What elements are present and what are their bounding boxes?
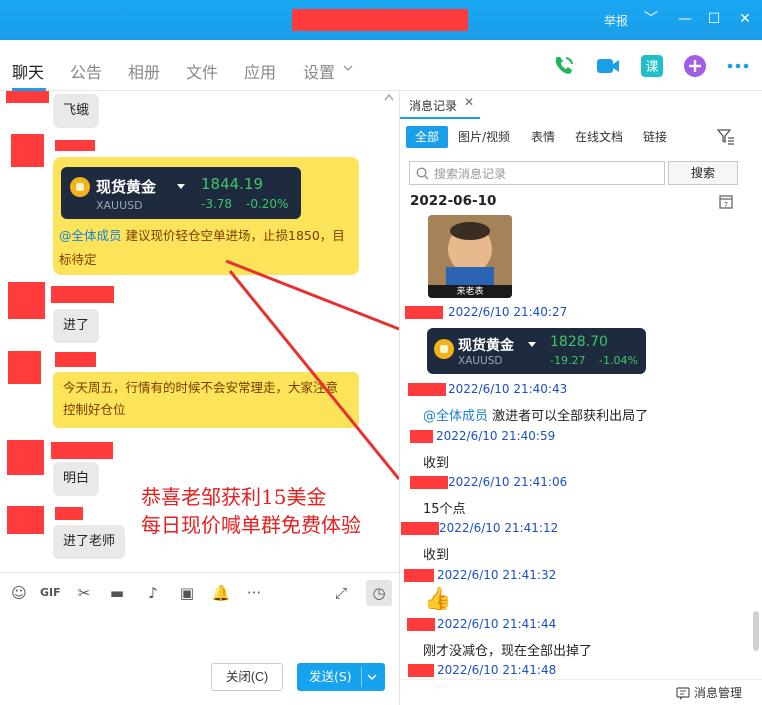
minimize-button[interactable]: — <box>674 8 696 30</box>
classroom-icon[interactable]: 课 <box>639 53 665 79</box>
timestamp: 2022/6/10 21:40:59 <box>436 429 556 443</box>
filter-stickers[interactable]: 表情 <box>531 126 555 148</box>
history-message: @全体成员 激进者可以全部获利出局了 <box>423 405 648 424</box>
timestamp: 2022/6/10 21:40:27 <box>448 305 568 319</box>
search-button[interactable]: 搜索 <box>668 161 738 185</box>
send-divider <box>361 667 362 687</box>
maximize-button[interactable]: ☐ <box>703 8 725 30</box>
tab-files[interactable]: 文件 <box>186 59 218 83</box>
chevron-down-icon[interactable] <box>343 65 353 73</box>
filter-icon[interactable] <box>717 129 735 145</box>
ticker-symbol: XAUUSD <box>458 355 503 367</box>
message-manage-icon[interactable] <box>676 687 690 700</box>
close-button[interactable]: 关闭(C) <box>211 663 283 691</box>
history-message: 收到 <box>423 548 450 563</box>
filter-links[interactable]: 链接 <box>643 126 667 148</box>
redacted-username <box>408 383 446 396</box>
caret-down-icon <box>528 342 536 347</box>
ticker-change-pct: -1.04% <box>599 354 638 367</box>
filter-all[interactable]: 全部 <box>406 126 449 148</box>
svg-text:课: 课 <box>645 60 658 75</box>
expand-icon[interactable]: ⤢ <box>331 583 351 603</box>
tab-message-history[interactable]: 消息记录 <box>409 97 457 114</box>
scissors-icon[interactable]: ✂ <box>74 583 94 603</box>
timestamp: 2022/6/10 21:41:48 <box>437 663 557 677</box>
phone-call-icon[interactable] <box>551 53 577 79</box>
svg-text:7: 7 <box>724 201 728 209</box>
chevron-down-icon[interactable] <box>367 674 377 681</box>
close-tab-icon[interactable]: ✕ <box>464 95 474 109</box>
add-app-icon[interactable] <box>682 53 708 79</box>
history-message: 收到 <box>423 456 450 471</box>
tab-album[interactable]: 相册 <box>128 59 160 83</box>
image-icon[interactable]: ▣ <box>177 583 197 603</box>
chat-area[interactable]: 飞蛾 现货黄金 XAUUSD 1844.19 -3.78 -0.20% @全体成… <box>0 91 399 572</box>
timestamp: 2022/6/10 21:40:43 <box>448 382 568 396</box>
redacted-username <box>410 476 448 489</box>
input-toolbar: ☺ GIF ✂ ▬ ♪ ▣ 🔔 ··· ⤢ ◷ <box>0 572 399 612</box>
send-button[interactable]: 发送(S) <box>297 663 385 691</box>
active-tab-indicator <box>400 117 480 119</box>
sticker-caption: 来老表 <box>456 287 484 297</box>
redacted-username <box>405 306 443 319</box>
message-manage-link[interactable]: 消息管理 <box>694 684 742 701</box>
more-icon[interactable]: ··· <box>244 583 264 603</box>
tab-settings[interactable]: 设置 <box>303 59 335 83</box>
tab-announcements[interactable]: 公告 <box>70 59 102 83</box>
mention-all[interactable]: @全体成员 <box>423 409 488 424</box>
close-window-button[interactable]: ✕ <box>734 8 756 30</box>
tab-chat[interactable]: 聊天 <box>12 59 44 83</box>
ticker-price: 1828.70 <box>550 334 608 350</box>
history-message: 15个点 <box>423 502 466 517</box>
redacted-username <box>404 569 434 582</box>
redacted-username <box>410 430 433 443</box>
gold-coin-icon <box>434 339 454 359</box>
search-placeholder: 搜索消息记录 <box>434 167 507 181</box>
history-clock-icon[interactable]: ◷ <box>366 580 392 606</box>
timestamp: 2022/6/10 21:41:44 <box>437 617 557 631</box>
history-message: 刚才没减仓，现在全部出掉了 <box>423 644 593 659</box>
calendar-icon[interactable]: 7 <box>719 194 733 209</box>
doc-icon[interactable]: ♪ <box>143 583 163 603</box>
history-search-input[interactable]: 搜索消息记录 <box>409 161 665 185</box>
redacted-username <box>401 522 439 535</box>
gif-icon[interactable]: GIF <box>40 583 61 603</box>
history-scrollbar[interactable] <box>753 611 759 651</box>
filter-media[interactable]: 图片/视频 <box>458 126 510 148</box>
redacted-group-name <box>292 9 468 31</box>
search-icon <box>416 167 429 180</box>
history-message-text: 激进者可以全部获利出局了 <box>492 409 649 424</box>
emoji-icon[interactable]: ☺ <box>9 583 29 603</box>
ticker-card[interactable]: 现货黄金 XAUUSD 1828.70 -19.27 -1.04% <box>427 328 646 374</box>
timestamp: 2022/6/10 21:41:32 <box>437 568 557 582</box>
video-call-icon[interactable] <box>595 53 621 79</box>
send-label: 发送(S) <box>309 669 352 684</box>
timestamp: 2022/6/10 21:41:06 <box>448 475 568 489</box>
tab-apps[interactable]: 应用 <box>244 59 276 83</box>
ticker-change: -19.27 <box>550 354 586 367</box>
thumbs-up-icon: 👍 <box>424 587 452 612</box>
title-bar: 举报 ﹀ — ☐ ✕ <box>0 0 762 40</box>
more-icon[interactable] <box>725 53 751 79</box>
date-header: 2022-06-10 <box>410 193 497 209</box>
ticker-name: 现货黄金 <box>458 338 514 354</box>
bell-icon[interactable]: 🔔 <box>211 583 231 603</box>
message-history-panel: 消息记录 ✕ 全部 图片/视频 表情 在线文档 链接 搜索消息记录 搜索 202… <box>399 91 762 705</box>
sticker-image[interactable]: 来老表 <box>428 215 512 298</box>
annotation-arrows <box>225 259 399 480</box>
filter-docs[interactable]: 在线文档 <box>575 126 623 148</box>
redacted-username <box>407 618 435 631</box>
report-link[interactable]: 举报 <box>604 12 628 29</box>
chevron-down-icon[interactable]: ﹀ <box>640 8 662 30</box>
redacted-username <box>408 664 434 677</box>
timestamp: 2022/6/10 21:41:12 <box>439 521 559 535</box>
tab-bar: 聊天 公告 相册 文件 应用 设置 课 <box>0 40 762 91</box>
folder-icon[interactable]: ▬ <box>107 583 127 603</box>
